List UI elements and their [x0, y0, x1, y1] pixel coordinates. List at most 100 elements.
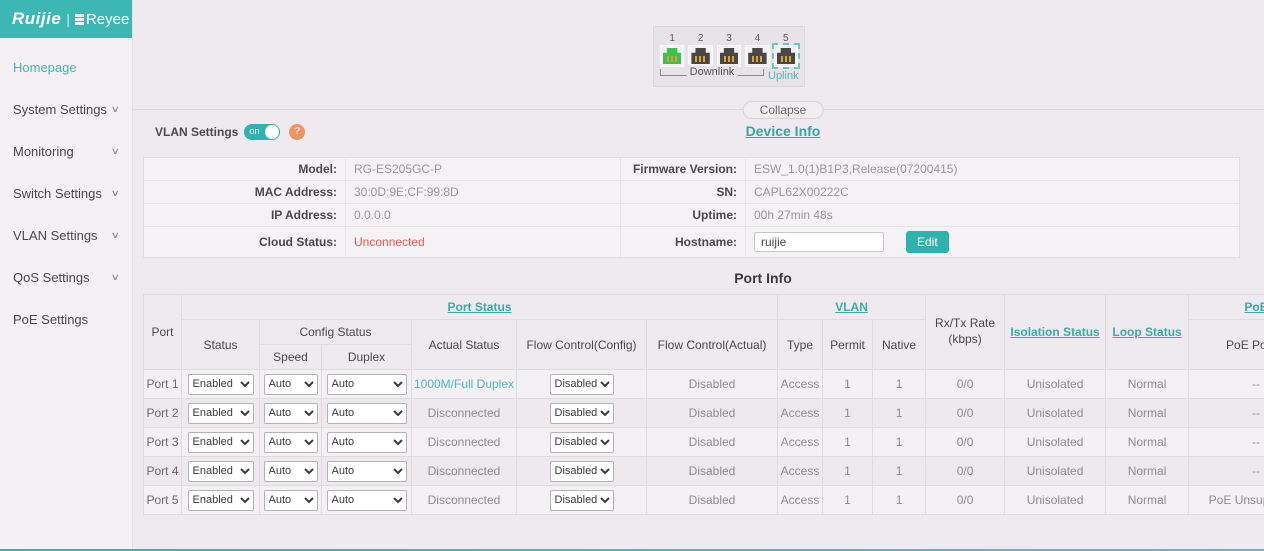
- speed-select-cell: Auto: [260, 370, 322, 399]
- sn-label: SN:: [621, 181, 746, 203]
- poe-link[interactable]: PoE: [1244, 300, 1264, 314]
- sidebar-menu: HomepageSystem Settings∨Monitoring∨Switc…: [0, 38, 132, 340]
- logo-divider: |: [66, 11, 70, 27]
- col-flow-config: Flow Control(Config): [517, 320, 647, 370]
- loop-cell: Normal: [1106, 399, 1189, 428]
- hostname-input[interactable]: [754, 232, 884, 252]
- speed-select[interactable]: Auto: [264, 490, 318, 511]
- port-cell: Port 1: [144, 370, 182, 399]
- port-number: 3: [717, 33, 741, 44]
- isolation-cell: Unisolated: [1005, 486, 1106, 515]
- speed-select[interactable]: Auto: [264, 403, 318, 424]
- device-info-link[interactable]: Device Info: [746, 123, 821, 139]
- sidebar-item-vlan-settings[interactable]: VLAN Settings∨: [0, 214, 132, 256]
- ip-label: IP Address:: [144, 204, 346, 226]
- port-table-row: Port 1EnabledAutoAuto1000M/Full DuplexDi…: [144, 370, 1264, 399]
- isolation-cell: Unisolated: [1005, 370, 1106, 399]
- actual-status-cell: Disconnected: [412, 457, 517, 486]
- actual-status-cell: Disconnected: [412, 486, 517, 515]
- status-select-cell: Enabled: [182, 486, 260, 515]
- cloud-status-label: Cloud Status:: [144, 227, 346, 257]
- loop-status-link[interactable]: Loop Status: [1112, 325, 1181, 339]
- sidebar-item-homepage[interactable]: Homepage: [0, 46, 132, 88]
- status-select[interactable]: Enabled: [188, 461, 254, 482]
- native-cell: 1: [873, 399, 926, 428]
- mac-label: MAC Address:: [144, 181, 346, 203]
- rj45-jack-icon: [748, 48, 766, 64]
- flow-control-actual-cell: Disabled: [647, 457, 778, 486]
- edit-button[interactable]: Edit: [906, 231, 949, 253]
- vlan-settings-toggle[interactable]: on: [244, 124, 280, 140]
- port-icon-5[interactable]: [774, 45, 798, 67]
- speed-select-cell: Auto: [260, 399, 322, 428]
- port-cell: Port 2: [144, 399, 182, 428]
- port-number-row: 12345: [660, 33, 798, 45]
- sidebar-item-label: PoE Settings: [13, 312, 88, 327]
- speed-select[interactable]: Auto: [264, 374, 318, 395]
- port-table-row: Port 5EnabledAutoAutoDisconnectedDisable…: [144, 486, 1264, 515]
- native-cell: 1: [873, 486, 926, 515]
- duplex-select[interactable]: Auto: [327, 374, 407, 395]
- flow-control-actual-cell: Disabled: [647, 370, 778, 399]
- status-select[interactable]: Enabled: [188, 432, 254, 453]
- isolation-status-link[interactable]: Isolation Status: [1010, 325, 1099, 339]
- uptime-value: 00h 27min 48s: [746, 204, 1239, 226]
- col-native: Native: [873, 320, 926, 370]
- port-icon-3[interactable]: [717, 45, 741, 67]
- duplex-select-cell: Auto: [322, 370, 412, 399]
- port-icon-1[interactable]: [660, 45, 684, 67]
- cloud-status-value: Unconnected: [346, 227, 621, 257]
- speed-select[interactable]: Auto: [264, 432, 318, 453]
- vlan-link[interactable]: VLAN: [835, 300, 868, 314]
- port-table-body: Port 1EnabledAutoAuto1000M/Full DuplexDi…: [144, 370, 1264, 515]
- device-row: IP Address: 0.0.0.0 Uptime: 00h 27min 48…: [144, 204, 1239, 227]
- flow-control-config-select[interactable]: Disabled: [550, 403, 614, 424]
- brand-logo: Ruijie | Reyee: [0, 0, 132, 38]
- chevron-down-icon: ∨: [111, 230, 120, 241]
- collapse-divider: Collapse: [143, 99, 1264, 119]
- col-actual-status: Actual Status: [412, 320, 517, 370]
- loop-cell: Normal: [1106, 486, 1189, 515]
- status-select[interactable]: Enabled: [188, 403, 254, 424]
- flow-control-actual-cell: Disabled: [647, 428, 778, 457]
- duplex-select-cell: Auto: [322, 399, 412, 428]
- rate-cell: 0/0: [926, 486, 1005, 515]
- speed-select-cell: Auto: [260, 457, 322, 486]
- sidebar-item-system-settings[interactable]: System Settings∨: [0, 88, 132, 130]
- duplex-select[interactable]: Auto: [327, 403, 407, 424]
- flow-control-config-select[interactable]: Disabled: [550, 432, 614, 453]
- duplex-select[interactable]: Auto: [327, 490, 407, 511]
- flow-control-config-select[interactable]: Disabled: [550, 490, 614, 511]
- status-select[interactable]: Enabled: [188, 490, 254, 511]
- flow-control-config-select[interactable]: Disabled: [550, 374, 614, 395]
- status-select[interactable]: Enabled: [188, 374, 254, 395]
- sidebar-item-monitoring[interactable]: Monitoring∨: [0, 130, 132, 172]
- duplex-select[interactable]: Auto: [327, 461, 407, 482]
- downlink-label: Downlink: [687, 66, 738, 78]
- sidebar-item-switch-settings[interactable]: Switch Settings∨: [0, 172, 132, 214]
- col-status: Status: [182, 320, 260, 370]
- port-icon-4[interactable]: [745, 45, 769, 67]
- rj45-jack-icon: [777, 48, 795, 64]
- col-group-config-status: Config Status: [260, 320, 412, 345]
- model-label: Model:: [144, 158, 346, 180]
- chevron-down-icon: ∨: [111, 104, 120, 115]
- device-row: MAC Address: 30:0D:9E:CF:99:8D SN: CAPL6…: [144, 181, 1239, 204]
- sidebar-item-qos-settings[interactable]: QoS Settings∨: [0, 256, 132, 298]
- help-icon[interactable]: ?: [289, 124, 305, 140]
- speed-select[interactable]: Auto: [264, 461, 318, 482]
- sidebar-item-poe-settings[interactable]: PoE Settings: [0, 298, 132, 340]
- collapse-button[interactable]: Collapse: [743, 101, 824, 119]
- port-status-link[interactable]: Port Status: [448, 300, 512, 314]
- main-area: 12345 Downlink Uplink Collapse VLAN Sett…: [133, 0, 1264, 551]
- duplex-select[interactable]: Auto: [327, 432, 407, 453]
- permit-cell: 1: [823, 370, 873, 399]
- native-cell: 1: [873, 370, 926, 399]
- flow-control-config-select[interactable]: Disabled: [550, 461, 614, 482]
- col-loop: Loop Status: [1106, 295, 1189, 370]
- isolation-cell: Unisolated: [1005, 428, 1106, 457]
- flow-control-actual-cell: Disabled: [647, 399, 778, 428]
- port-icon-2[interactable]: [688, 45, 712, 67]
- vlan-device-row: VLAN Settings on ? Device Info: [143, 121, 1264, 149]
- firmware-value: ESW_1.0(1)B1P3,Release(07200415): [746, 158, 1239, 180]
